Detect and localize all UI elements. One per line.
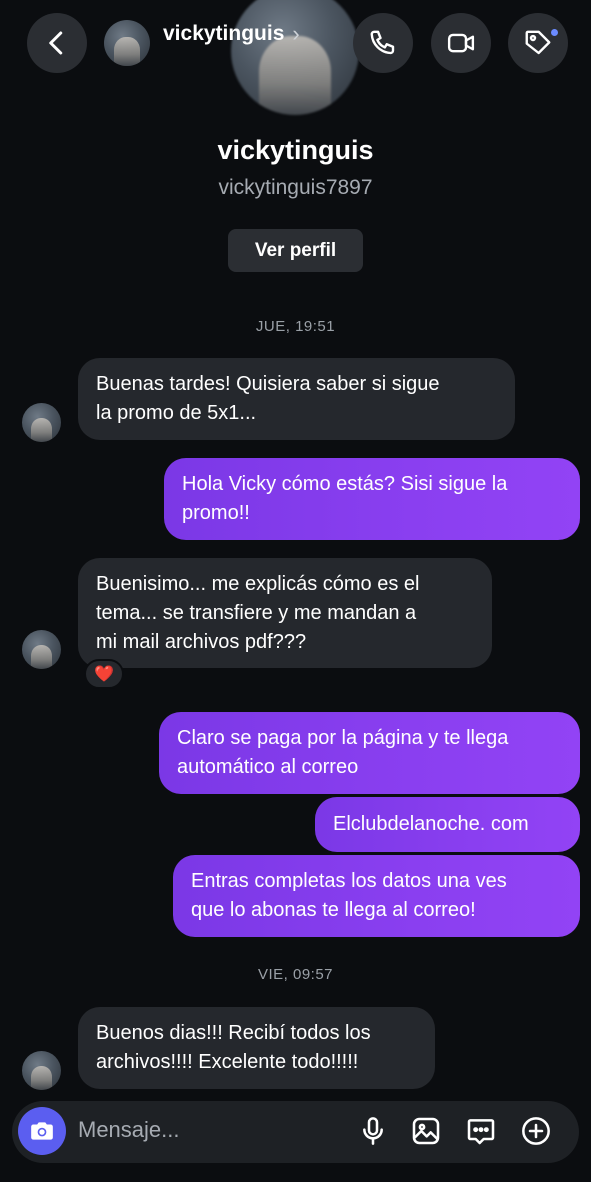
sender-avatar[interactable] (22, 1051, 61, 1090)
chevron-left-icon (49, 31, 63, 55)
message-bubble-incoming[interactable]: Buenas tardes! Quisiera saber si sigue la… (78, 358, 515, 440)
message-line: Claro se paga por la página y te llega (177, 727, 509, 749)
sticker-button[interactable] (461, 1111, 501, 1151)
message-bubble-incoming[interactable]: Buenos dias!!! Recibí todos los archivos!… (78, 1007, 435, 1089)
gallery-icon (412, 1117, 440, 1145)
profile-handle: vickytinguis7897 (218, 176, 373, 199)
video-call-button[interactable] (431, 13, 491, 73)
message-input[interactable]: Mensaje... (78, 1117, 180, 1143)
microphone-icon (363, 1117, 383, 1145)
sender-avatar[interactable] (22, 630, 61, 669)
message-line: que lo abonas te llega al correo! (191, 899, 476, 921)
message-bubble-outgoing[interactable]: Hola Vicky cómo estás? Sisi sigue la prom… (164, 458, 580, 540)
header-username-link[interactable]: vickytinguis › (163, 21, 300, 47)
plus-circle-icon (522, 1117, 550, 1145)
back-button[interactable] (27, 13, 87, 73)
message-bubble-outgoing[interactable]: Claro se paga por la página y te llega au… (159, 712, 580, 794)
phone-icon (370, 30, 395, 55)
more-options-button[interactable] (516, 1111, 556, 1151)
heart-reaction-icon[interactable]: ❤️ (84, 659, 124, 689)
message-line: Elclubdelanoche. com (333, 813, 529, 835)
audio-call-button[interactable] (353, 13, 413, 73)
header-username: vickytinguis (163, 22, 285, 45)
profile-name: vickytinguis (217, 135, 374, 165)
message-line: Hola Vicky cómo estás? Sisi sigue la (182, 473, 508, 495)
timestamp: VIE, 09:57 (257, 966, 334, 983)
tag-button[interactable] (508, 13, 568, 73)
message-line: mi mail archivos pdf??? (96, 630, 307, 653)
sticker-icon (467, 1119, 495, 1145)
message-line: promo!! (182, 502, 250, 524)
chevron-right-icon: › (292, 21, 300, 46)
message-line: automático al correo (177, 756, 359, 778)
notification-dot (549, 27, 560, 38)
message-line: Buenos dias!!! Recibí todos los (96, 1022, 371, 1044)
camera-button[interactable] (18, 1107, 66, 1155)
camera-icon (31, 1122, 53, 1140)
message-bubble-incoming[interactable]: Buenisimo... me explicás cómo es el tema.… (78, 558, 492, 668)
message-bubble-outgoing[interactable]: Elclubdelanoche. com (315, 797, 580, 852)
message-bubble-outgoing[interactable]: Entras completas los datos una ves que lo… (173, 855, 580, 937)
view-profile-button[interactable]: Ver perfil (228, 229, 363, 272)
message-line: tema... se transfiere y me mandan a (96, 601, 417, 624)
profile-avatar-large[interactable] (231, 0, 359, 115)
message-line: Entras completas los datos una ves (191, 870, 507, 892)
message-line: la promo de 5x1... (96, 402, 257, 424)
message-line: Buenas tardes! Quisiera saber si sigue (96, 373, 440, 395)
gallery-button[interactable] (406, 1111, 446, 1151)
message-line: archivos!!!! Excelente todo!!!!! (96, 1051, 359, 1073)
message-line: Buenisimo... me explicás cómo es el (96, 572, 420, 595)
timestamp: JUE, 19:51 (255, 318, 336, 335)
video-icon (447, 33, 475, 53)
header-avatar[interactable] (104, 20, 150, 66)
voice-message-button[interactable] (353, 1111, 393, 1151)
sender-avatar[interactable] (22, 403, 61, 442)
